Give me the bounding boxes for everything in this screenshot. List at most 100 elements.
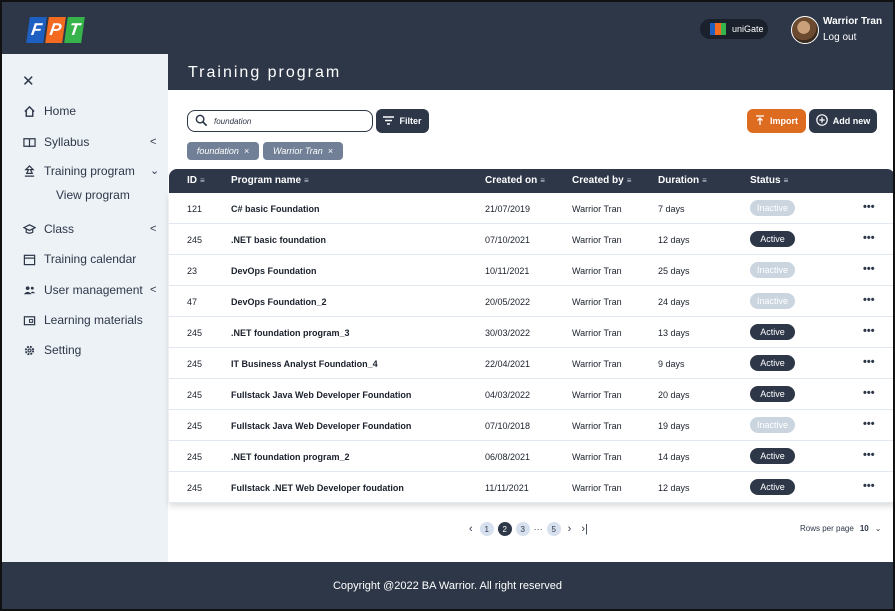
- sidebar-item-label: Training calendar: [44, 252, 137, 266]
- table-row[interactable]: 245 Fullstack .NET Web Developer foudatio…: [169, 472, 893, 503]
- more-horizontal-icon[interactable]: •••: [863, 294, 875, 306]
- sort-icon[interactable]: ≡: [200, 176, 205, 185]
- close-icon[interactable]: ✕: [22, 72, 35, 90]
- add-new-button[interactable]: Add new: [809, 109, 877, 133]
- cell-program-name[interactable]: Fullstack .NET Web Developer foudation: [231, 483, 404, 493]
- page-button[interactable]: 3: [515, 522, 530, 536]
- sidebar-item-label: Setting: [44, 343, 82, 357]
- chevron-left-icon[interactable]: ‹: [466, 523, 476, 535]
- column-header-created-by[interactable]: Created by ≡: [572, 175, 631, 186]
- sidebar-subitem-view-program[interactable]: View program: [56, 188, 130, 202]
- cell-created-by: Warrior Tran: [572, 452, 622, 462]
- table-row[interactable]: 245 .NET foundation program_2 06/08/2021 Wa…: [169, 441, 893, 472]
- sort-icon[interactable]: ≡: [702, 176, 707, 185]
- graduation-cap-icon: [22, 222, 36, 236]
- status-badge: Inactive: [750, 262, 795, 278]
- more-horizontal-icon[interactable]: •••: [863, 356, 875, 368]
- more-horizontal-icon[interactable]: •••: [863, 480, 875, 492]
- column-header-duration[interactable]: Duration ≡: [658, 175, 707, 186]
- search-input[interactable]: [214, 114, 364, 128]
- more-horizontal-icon[interactable]: •••: [863, 201, 875, 213]
- cell-created-on: 20/05/2022: [485, 297, 531, 307]
- last-page-icon[interactable]: ›|: [578, 523, 591, 535]
- rows-per-page: Rows per page 10 ⌄: [800, 524, 881, 533]
- chevron-left-icon[interactable]: <: [150, 223, 156, 235]
- page-button[interactable]: 5: [546, 522, 561, 536]
- column-header-created-on[interactable]: Created on ≡: [485, 175, 545, 186]
- table-row[interactable]: 245 .NET foundation program_3 30/03/2022 Wa…: [169, 317, 893, 348]
- more-horizontal-icon[interactable]: •••: [863, 232, 875, 244]
- chevron-down-icon[interactable]: ⌄: [875, 524, 882, 533]
- column-header-id[interactable]: ID ≡: [187, 175, 205, 186]
- column-header-label: Duration: [658, 175, 700, 186]
- table-row[interactable]: 23 DevOps Foundation 10/11/2021 Warrior Tra…: [169, 255, 893, 286]
- status-badge: Active: [750, 231, 795, 247]
- more-horizontal-icon[interactable]: •••: [863, 418, 875, 430]
- column-header-status[interactable]: Status ≡: [750, 175, 788, 186]
- more-horizontal-icon[interactable]: •••: [863, 449, 875, 461]
- sort-icon[interactable]: ≡: [784, 176, 789, 185]
- cell-program-name[interactable]: IT Business Analyst Foundation_4: [231, 359, 378, 369]
- cell-program-name[interactable]: .NET foundation program_2: [231, 452, 350, 462]
- cell-program-name[interactable]: Fullstack Java Web Developer Foundation: [231, 390, 411, 400]
- cell-created-on: 30/03/2022: [485, 328, 531, 338]
- sort-icon[interactable]: ≡: [540, 176, 545, 185]
- search-field[interactable]: [187, 110, 373, 132]
- cell-program-name[interactable]: Fullstack Java Web Developer Foundation: [231, 421, 411, 431]
- table-row[interactable]: 121 C# basic Foundation 21/07/2019 Warrior …: [169, 193, 893, 224]
- status-badge: Inactive: [750, 417, 795, 433]
- more-horizontal-icon[interactable]: •••: [863, 387, 875, 399]
- rows-per-page-select[interactable]: 10: [860, 524, 869, 533]
- table-row[interactable]: 245 Fullstack Java Web Developer Foundati…: [169, 379, 893, 410]
- cell-id: 23: [187, 266, 198, 276]
- table-row[interactable]: 245 Fullstack Java Web Developer Foundati…: [169, 410, 893, 441]
- chevron-left-icon[interactable]: <: [150, 284, 156, 296]
- cell-program-name[interactable]: C# basic Foundation: [231, 204, 320, 214]
- import-button[interactable]: Import: [747, 109, 806, 133]
- more-horizontal-icon[interactable]: •••: [863, 325, 875, 337]
- page-button[interactable]: 1: [479, 522, 494, 536]
- sort-icon[interactable]: ≡: [304, 176, 309, 185]
- import-label: Import: [770, 116, 798, 126]
- logout-link[interactable]: Log out: [823, 32, 856, 43]
- close-icon[interactable]: ×: [244, 146, 249, 156]
- cell-created-on: 11/11/2021: [485, 483, 529, 493]
- cell-program-name[interactable]: DevOps Foundation_2: [231, 297, 327, 307]
- unigate-badge[interactable]: uniGate: [700, 19, 768, 39]
- sort-icon[interactable]: ≡: [627, 176, 632, 185]
- status-badge: Active: [750, 355, 795, 371]
- cell-program-name[interactable]: .NET basic foundation: [231, 235, 326, 245]
- avatar[interactable]: [791, 16, 819, 44]
- chevron-right-icon[interactable]: ›: [565, 523, 575, 535]
- table-row[interactable]: 245 .NET basic foundation 07/10/2021 Warrio…: [169, 224, 893, 255]
- sidebar-item-training-program[interactable]: Training program: [22, 162, 135, 180]
- cell-program-name[interactable]: .NET foundation program_3: [231, 328, 350, 338]
- cell-duration: 25 days: [658, 266, 690, 276]
- column-header-program-name[interactable]: Program name ≡: [231, 175, 309, 186]
- sidebar-item-setting[interactable]: Setting: [22, 341, 81, 359]
- table-row[interactable]: 245 IT Business Analyst Foundation_4 22/04…: [169, 348, 893, 379]
- close-icon[interactable]: ×: [328, 146, 333, 156]
- cell-program-name[interactable]: DevOps Foundation: [231, 266, 317, 276]
- chevron-down-icon[interactable]: ⌄: [150, 164, 159, 177]
- sidebar-item-user-management[interactable]: User management: [22, 281, 143, 299]
- sidebar-item-home[interactable]: Home: [22, 102, 76, 120]
- sidebar-item-class[interactable]: Class: [22, 220, 74, 238]
- fpt-logo[interactable]: F P T: [26, 17, 85, 45]
- page-title: Training program: [188, 64, 342, 81]
- page-button-current[interactable]: 2: [497, 522, 512, 536]
- filter-chip-label: foundation: [196, 146, 239, 156]
- filter-chip[interactable]: foundation ×: [187, 142, 259, 160]
- filter-chip[interactable]: Warrior Tran ×: [263, 142, 343, 160]
- cell-duration: 24 days: [658, 297, 690, 307]
- sidebar-item-learning-materials[interactable]: Learning materials: [22, 311, 143, 329]
- gear-icon: [22, 343, 36, 357]
- chevron-left-icon[interactable]: <: [150, 136, 156, 148]
- cell-created-by: Warrior Tran: [572, 204, 622, 214]
- sidebar-item-syllabus[interactable]: Syllabus: [22, 133, 89, 151]
- more-horizontal-icon[interactable]: •••: [863, 263, 875, 275]
- filter-button[interactable]: Filter: [376, 109, 429, 133]
- sidebar-item-training-calendar[interactable]: Training calendar: [22, 250, 136, 268]
- sidebar-item-label: Home: [44, 104, 77, 118]
- table-row[interactable]: 47 DevOps Foundation_2 20/05/2022 Warrior T…: [169, 286, 893, 317]
